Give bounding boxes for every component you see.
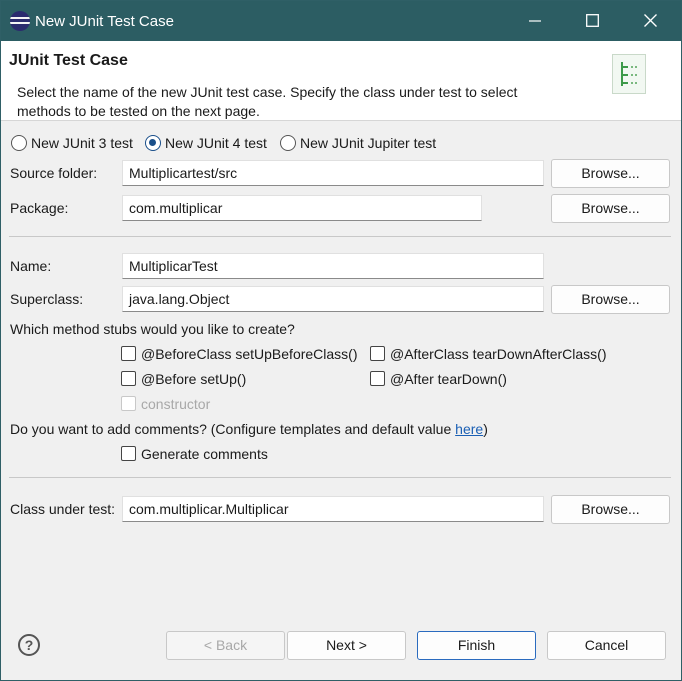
name-input[interactable]: MultiplicarTest [122,253,544,279]
page-description: Select the name of the new JUnit test ca… [17,84,518,119]
junit4-radio[interactable] [145,135,161,151]
after-label[interactable]: @After tearDown() [390,371,507,387]
close-icon [643,14,657,27]
class-under-test-browse-button[interactable]: Browse... [551,495,670,524]
junit-jupiter-label[interactable]: New JUnit Jupiter test [300,135,436,151]
junit3-label[interactable]: New JUnit 3 test [31,135,133,151]
superclass-label: Superclass: [10,291,84,307]
close-button[interactable] [621,1,679,41]
superclass-browse-button[interactable]: Browse... [551,285,670,314]
window-title: New JUnit Test Case [35,13,174,30]
next-button[interactable]: Next > [287,631,406,660]
generate-comments-checkbox[interactable] [121,446,136,461]
eclipse-icon [10,11,30,31]
package-label: Package: [10,200,69,216]
class-under-test-label: Class under test: [10,501,116,517]
comments-question-prefix: Do you want to add comments? (Configure … [10,421,456,437]
dialog-window: New JUnit Test Case JUnit Test Case Sele… [0,0,682,681]
class-under-test-input[interactable]: com.multiplicar.Multiplicar [122,496,544,522]
name-label: Name: [10,258,52,274]
maximize-icon [585,14,599,27]
help-icon[interactable]: ? [18,634,40,656]
before-class-checkbox[interactable] [121,346,136,361]
source-folder-label: Source folder: [10,165,98,181]
package-input[interactable]: com.multiplicar [122,195,482,221]
minimize-icon [529,20,541,22]
generate-comments-label[interactable]: Generate comments [141,446,268,462]
separator [9,236,671,237]
comments-question-suffix: ) [483,421,488,437]
comments-question: Do you want to add comments? (Configure … [10,421,488,437]
back-button: < Back [166,631,285,660]
before-class-label[interactable]: @BeforeClass setUpBeforeClass() [141,346,358,362]
after-checkbox[interactable] [370,371,385,386]
package-browse-button[interactable]: Browse... [551,194,670,223]
before-label[interactable]: @Before setUp() [141,371,246,387]
superclass-input[interactable]: java.lang.Object [122,286,544,312]
constructor-checkbox [121,396,136,411]
before-checkbox[interactable] [121,371,136,386]
junit-jupiter-radio[interactable] [280,135,296,151]
finish-button[interactable]: Finish [417,631,536,660]
page-title: JUnit Test Case [9,52,128,69]
junit3-radio[interactable] [11,135,27,151]
constructor-label: constructor [141,396,211,412]
minimize-button[interactable] [506,1,564,41]
wizard-header: JUnit Test Case Select the name of the n… [1,41,681,121]
stubs-question: Which method stubs would you like to cre… [10,321,295,337]
cancel-button[interactable]: Cancel [547,631,666,660]
source-folder-input[interactable]: Multiplicartest/src [122,160,544,186]
configure-templates-link[interactable]: here [455,421,483,437]
after-class-label[interactable]: @AfterClass tearDownAfterClass() [390,346,607,362]
source-folder-browse-button[interactable]: Browse... [551,159,670,188]
maximize-button[interactable] [563,1,621,41]
junit4-label[interactable]: New JUnit 4 test [165,135,267,151]
title-bar: New JUnit Test Case [1,1,681,41]
separator [9,477,671,478]
junit-wizard-icon [612,54,646,94]
after-class-checkbox[interactable] [370,346,385,361]
